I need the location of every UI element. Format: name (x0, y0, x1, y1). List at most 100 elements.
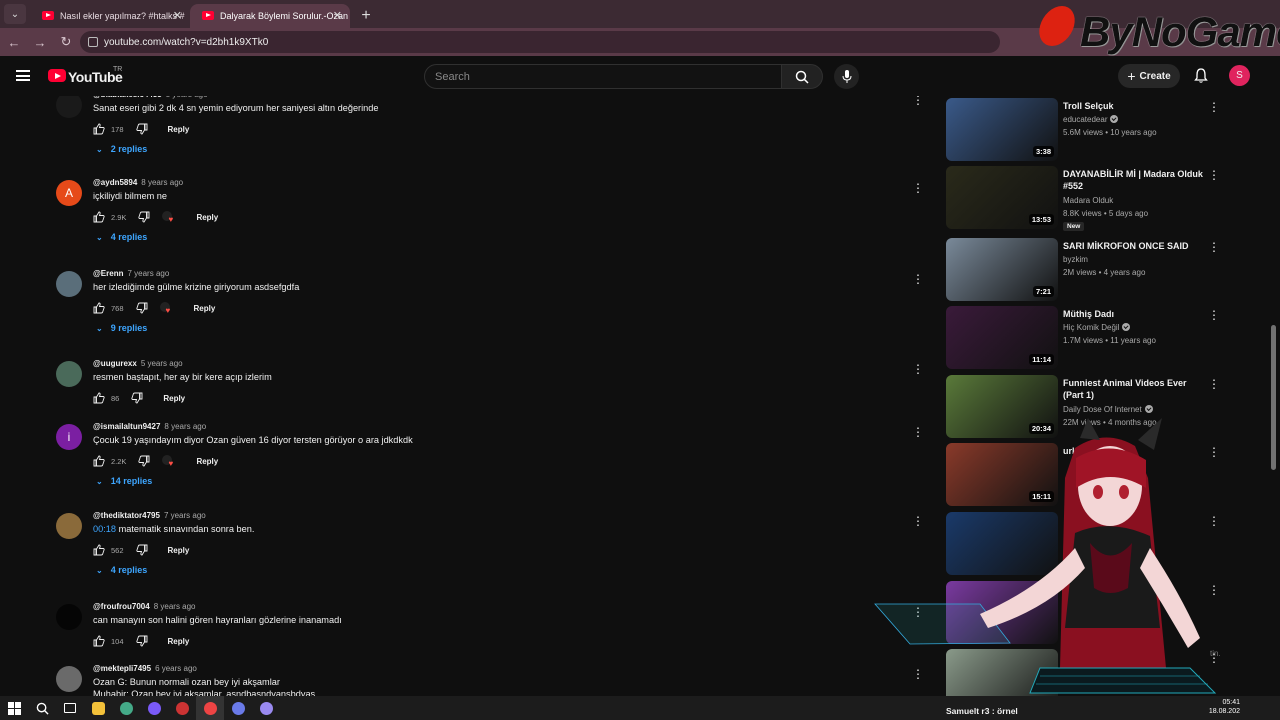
close-tab-icon[interactable]: ✕ (333, 9, 342, 22)
author-handle[interactable]: @froufrou7004 (93, 602, 150, 611)
commenter-avatar[interactable]: i (56, 424, 82, 450)
back-icon[interactable]: ← (2, 30, 26, 54)
channel-name[interactable]: Daily Dose Of Internet (1063, 405, 1153, 414)
like-icon[interactable] (93, 211, 105, 223)
video-thumbnail[interactable]: 11:14 (946, 306, 1058, 369)
chrome-active-icon[interactable] (196, 696, 224, 720)
notifications-bell-icon[interactable] (1193, 68, 1209, 84)
app-icon-4[interactable] (252, 696, 280, 720)
video-thumbnail[interactable]: 7:21 (946, 238, 1058, 301)
related-video-item[interactable]: 15:11 urkey ⋮ (946, 443, 1246, 507)
comment-age[interactable]: 8 years ago (141, 178, 183, 187)
chrome-icon[interactable] (112, 696, 140, 720)
reply-button[interactable]: Reply (168, 637, 190, 646)
author-handle[interactable]: @Erenn (93, 269, 123, 278)
app-icon-1[interactable] (140, 696, 168, 720)
reply-button[interactable]: Reply (163, 394, 185, 403)
video-more-menu-icon[interactable]: ⋮ (1208, 168, 1220, 182)
video-title[interactable]: urkey (1063, 445, 1203, 457)
commenter-avatar[interactable] (56, 604, 82, 630)
dislike-icon[interactable] (135, 302, 148, 314)
view-replies-button[interactable]: ⌄ 4 replies (96, 565, 147, 575)
dislike-icon[interactable] (138, 211, 150, 223)
author-handle[interactable]: @thediktator4795 (93, 511, 160, 520)
dislike-icon[interactable] (135, 123, 148, 135)
new-tab-button[interactable]: + (354, 4, 378, 28)
video-thumbnail[interactable] (946, 649, 1058, 696)
related-video-item[interactable]: 7:21 SARI MİKROFON ONCE SAID byzkim 2M view… (946, 238, 1246, 302)
like-icon[interactable] (93, 392, 105, 404)
reply-button[interactable]: Reply (168, 546, 190, 555)
video-title[interactable]: DAYANABİLİR Mİ | Madara Olduk #552 (1063, 168, 1203, 192)
menu-icon[interactable] (16, 70, 30, 81)
comment-more-menu-icon[interactable]: ⋮ (912, 514, 924, 528)
close-tab-icon[interactable]: ✕ (173, 9, 182, 22)
comment-author[interactable]: @ismailaltun9427 8 years ago (93, 422, 206, 431)
author-handle[interactable]: @blablakesic4433 (93, 96, 162, 99)
account-avatar[interactable]: S (1229, 65, 1250, 86)
video-thumbnail[interactable]: 20:34 (946, 375, 1058, 438)
youtube-logo-icon[interactable] (48, 69, 66, 82)
reply-button[interactable]: Reply (168, 125, 190, 134)
related-video-item[interactable]: ⋮ (946, 649, 1246, 696)
comment-more-menu-icon[interactable]: ⋮ (912, 181, 924, 195)
create-button[interactable]: + Create (1118, 64, 1180, 88)
related-video-item[interactable]: 3:38 Troll Selçuk educatedear 5.6M views • … (946, 98, 1246, 162)
video-more-menu-icon[interactable]: ⋮ (1208, 445, 1220, 459)
channel-name[interactable]: byzkim (1063, 255, 1088, 264)
browser-tab-1[interactable]: Nasıl ekler yapılmaz? #htalks # ✕ (30, 4, 190, 28)
comment-more-menu-icon[interactable]: ⋮ (912, 362, 924, 376)
dislike-icon[interactable] (131, 392, 143, 404)
file-explorer-icon[interactable] (84, 696, 112, 720)
like-icon[interactable] (93, 302, 105, 314)
video-title[interactable]: SARI MİKROFON ONCE SAID (1063, 240, 1203, 252)
comment-author[interactable]: @froufrou7004 8 years ago (93, 602, 196, 611)
video-thumbnail[interactable] (946, 581, 1058, 644)
commenter-avatar[interactable] (56, 271, 82, 297)
forward-icon[interactable]: → (28, 30, 52, 54)
comment-author[interactable]: @mektepli7495 6 years ago (93, 664, 197, 673)
system-clock[interactable]: 05:41 18.08.202 (1202, 698, 1240, 716)
comment-author[interactable]: @aydn5894 8 years ago (93, 178, 183, 187)
task-view-icon[interactable] (56, 696, 84, 720)
comment-age[interactable]: 7 years ago (164, 511, 206, 520)
video-more-menu-icon[interactable]: ⋮ (1208, 308, 1220, 322)
comment-more-menu-icon[interactable]: ⋮ (912, 272, 924, 286)
video-more-menu-icon[interactable]: ⋮ (1208, 514, 1220, 528)
channel-name[interactable]: educatedear (1063, 115, 1119, 124)
view-replies-button[interactable]: ⌄ 14 replies (96, 476, 152, 486)
comment-author[interactable]: @thediktator4795 7 years ago (93, 511, 206, 520)
comment-age[interactable]: 6 years ago (155, 664, 197, 673)
commenter-avatar[interactable] (56, 96, 82, 118)
comment-author[interactable]: @blablakesic4433 5 years ago (93, 96, 208, 99)
comment-age[interactable]: 8 years ago (164, 422, 206, 431)
tab-search-button[interactable]: ⌄ (4, 4, 26, 24)
comment-author[interactable]: @Erenn 7 years ago (93, 269, 169, 278)
dislike-icon[interactable] (138, 455, 150, 467)
reply-button[interactable]: Reply (196, 213, 218, 222)
related-video-item[interactable]: 20:34 Funniest Animal Videos Ever (Part 1… (946, 375, 1246, 439)
reload-icon[interactable]: ↻ (54, 30, 78, 54)
page-scrollbar[interactable] (1271, 325, 1276, 470)
comment-age[interactable]: 5 years ago (141, 359, 183, 368)
video-more-menu-icon[interactable]: ⋮ (1208, 377, 1220, 391)
author-handle[interactable]: @uugurexx (93, 359, 137, 368)
video-title[interactable]: Müthiş Dadı (1063, 308, 1203, 320)
comment-author[interactable]: @uugurexx 5 years ago (93, 359, 183, 368)
like-icon[interactable] (93, 635, 105, 647)
video-thumbnail[interactable]: 3:38 (946, 98, 1058, 161)
author-handle[interactable]: @ismailaltun9427 (93, 422, 160, 431)
browser-tab-2[interactable]: Dalyarak Böylemi Sorulur.-Ozan ✕ (190, 4, 350, 28)
video-more-menu-icon[interactable]: ⋮ (1208, 100, 1220, 114)
commenter-avatar[interactable]: A (56, 180, 82, 206)
video-more-menu-icon[interactable]: ⋮ (1208, 583, 1220, 597)
url-input[interactable]: youtube.com/watch?v=d2bh1k9XTk0 (80, 31, 1000, 53)
comment-more-menu-icon[interactable]: ⋮ (912, 667, 924, 681)
commenter-avatar[interactable] (56, 513, 82, 539)
voice-search-button[interactable] (834, 64, 859, 89)
video-title[interactable]: Funniest Animal Videos Ever (Part 1) (1063, 377, 1203, 401)
video-title[interactable]: Troll Selçuk (1063, 100, 1203, 112)
search-input[interactable]: Search (424, 64, 782, 89)
taskbar-search-icon[interactable] (28, 696, 56, 720)
comment-more-menu-icon[interactable]: ⋮ (912, 425, 924, 439)
